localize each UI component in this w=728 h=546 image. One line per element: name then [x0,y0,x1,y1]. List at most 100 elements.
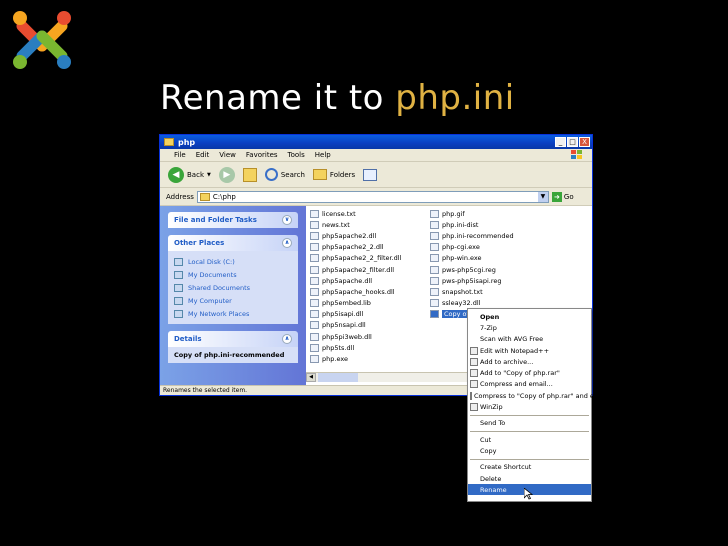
menu-item-icon [470,391,472,400]
context-menu-label: 7-Zip [480,323,497,332]
file-item[interactable]: php5pi3web.dll [310,331,401,342]
back-button[interactable]: ◀ Back ▼ [168,166,211,183]
file-column-1: license.txt news.txt php5apache2.dll php5ap… [310,208,401,365]
context-menu-item[interactable]: 7-Zip [468,322,591,333]
file-item[interactable]: php5apache_hooks.dll [310,286,401,297]
back-arrow-icon: ◀ [168,166,184,183]
windows-logo-icon [571,150,582,159]
menu-separator [470,458,589,460]
file-item[interactable]: php-win.exe [430,253,545,264]
file-item[interactable]: php.ini-recommended [430,230,545,241]
file-icon [310,321,319,330]
file-item[interactable]: ssleay32.dll [430,298,545,309]
task-pane: File and Folder Tasks ∨ Other Places ∧ L… [160,206,306,386]
place-my-computer[interactable]: My Computer [174,294,292,307]
context-menu-item[interactable]: Open [468,311,591,322]
menu-help[interactable]: Help [315,151,331,159]
file-item[interactable]: php.exe [310,353,401,364]
file-item[interactable]: php-cgi.exe [430,242,545,253]
address-dropdown-icon[interactable]: ▼ [537,191,548,202]
address-input[interactable]: C:\php ▼ [196,190,549,203]
file-name: pws-php5cgi.reg [442,265,496,274]
address-label: Address [166,192,194,201]
file-item[interactable]: php5apache2_2.dll [310,242,401,253]
file-name: pws-php5isapi.reg [442,276,502,285]
file-item[interactable]: php.ini-dist [430,219,545,230]
mouse-cursor-icon [524,488,533,500]
context-menu-item[interactable]: Add to "Copy of php.rar" [468,367,591,378]
context-menu-item[interactable]: Compress to "Copy of php.rar" and email [468,390,608,401]
context-menu-item[interactable]: Edit with Notepad++ [468,345,591,356]
file-name: php5apache2_2_filter.dll [322,254,402,263]
file-item[interactable]: php5embed.lib [310,298,401,309]
file-name: php5ts.dll [322,343,355,352]
file-name: php.exe [322,355,348,364]
place-my-documents[interactable]: My Documents [174,268,292,281]
place-local-disk[interactable]: Local Disk (C:) [174,255,292,268]
forward-button[interactable]: ▶ [218,166,235,183]
file-item[interactable]: php5apache2_2_filter.dll [310,253,401,264]
place-my-network-places[interactable]: My Network Places [174,307,292,320]
file-item[interactable]: php.gif [430,208,545,219]
other-places-label: Other Places [174,239,225,247]
file-item[interactable]: php5apache.dll [310,275,401,286]
context-menu-item[interactable]: Cut [468,434,591,445]
views-button[interactable] [363,168,378,181]
file-icon [430,299,439,308]
joomla-logo-icon [13,11,71,69]
context-menu-label: Compress and email... [480,380,553,389]
context-menu-item[interactable]: Compress and email... [468,379,591,390]
close-button[interactable]: X [579,137,590,147]
menu-tools[interactable]: Tools [288,151,305,159]
place-label: My Documents [188,270,237,279]
file-item[interactable]: pws-php5isapi.reg [430,275,545,286]
file-name: php5apache_hooks.dll [322,287,395,296]
menu-favorites[interactable]: Favorites [246,151,278,159]
file-item[interactable]: php5apache2.dll [310,230,401,241]
folders-icon [312,169,327,180]
file-item[interactable]: news.txt [310,219,401,230]
menu-view[interactable]: View [219,151,236,159]
file-icon [310,265,319,274]
file-folder-tasks-header[interactable]: File and Folder Tasks ∨ [168,212,298,228]
file-item[interactable]: snapshot.txt [430,286,545,297]
search-button[interactable]: Search [264,168,305,181]
minimize-button[interactable]: _ [555,137,566,147]
go-button[interactable]: ➜ Go [551,191,574,202]
network-icon [174,309,183,318]
folders-button[interactable]: Folders [312,169,355,180]
title-bar[interactable]: php _ □ X [160,135,592,149]
menu-item-icon [470,357,478,366]
maximize-button[interactable]: □ [567,137,578,147]
up-folder-icon[interactable] [242,167,257,182]
context-menu-label: Add to "Copy of php.rar" [480,369,560,378]
scroll-thumb[interactable] [318,373,358,382]
context-menu-item[interactable]: Add to archive... [468,356,591,367]
menu-edit[interactable]: Edit [196,151,210,159]
context-menu-item[interactable]: Send To [468,418,591,429]
file-item[interactable]: license.txt [310,208,401,219]
file-name: php5apache.dll [322,276,373,285]
context-menu-item[interactable]: Scan with AVG Free [468,334,591,345]
menu-file[interactable]: File [174,151,186,159]
context-menu-item[interactable]: Copy [468,445,591,456]
context-menu-item[interactable]: WinZip [468,401,591,412]
chevron-down-icon: ▼ [207,171,211,178]
context-menu-label: Cut [480,435,492,444]
file-item[interactable]: pws-php5cgi.reg [430,264,545,275]
details-header[interactable]: Details ∧ [168,331,298,347]
other-places-header[interactable]: Other Places ∧ [168,235,298,251]
address-value: C:\php [212,192,236,201]
place-shared-documents[interactable]: Shared Documents [174,281,292,294]
file-item[interactable]: php5ts.dll [310,342,401,353]
search-label: Search [280,170,305,179]
file-name: snapshot.txt [442,287,483,296]
file-name: php5apache2_2.dll [322,243,384,252]
scroll-left-icon[interactable]: ◀ [306,373,316,382]
context-menu-item[interactable]: Create Shortcut [468,462,591,473]
file-item[interactable]: php5isapi.dll [310,309,401,320]
context-menu-item[interactable]: Delete [468,473,591,484]
file-item[interactable]: php5apache2_filter.dll [310,264,401,275]
file-item[interactable]: php5nsapi.dll [310,320,401,331]
place-label: My Network Places [188,309,250,318]
